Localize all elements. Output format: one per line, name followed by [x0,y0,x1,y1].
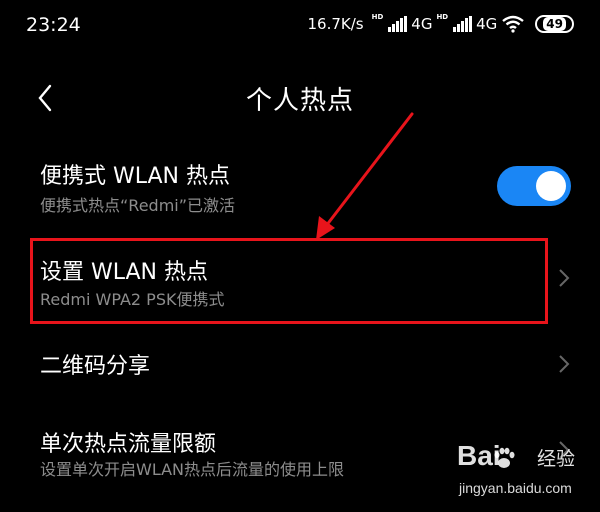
qr-share-title: 二维码分享 [40,354,151,379]
net-speed: 16.7K/s [307,15,364,33]
battery-icon: 49 [535,15,574,33]
hotspot-toggle[interactable] [497,166,571,206]
status-bar: 23:24 16.7K/s HD 4G HD 4G 49 [0,0,600,52]
watermark-product: 经验 [537,448,576,470]
status-time: 23:24 [26,14,81,36]
portable-hotspot-title: 便携式 WLAN 热点 [40,164,231,189]
page-header: 个人热点 [0,70,600,124]
highlight-box [30,238,548,324]
wifi-icon [502,15,525,33]
data-limit-title: 单次热点流量限额 [40,432,217,457]
network-type: 4G [411,15,433,33]
signal-icon-2 [453,16,473,32]
chevron-right-icon [559,269,570,287]
baidu-watermark: Bai 经验 jingyan.baidu.com [445,438,595,508]
paw-icon [494,447,515,468]
battery-level: 49 [543,17,566,31]
chevron-right-icon [559,355,570,373]
signal-icon [388,16,408,32]
watermark-url: jingyan.baidu.com [459,480,572,496]
toggle-knob [536,171,566,201]
hd-label-2: HD [436,13,449,21]
qr-share-row[interactable]: 二维码分享 [0,338,600,394]
hd-label: HD [371,13,384,21]
portable-hotspot-subtitle: 便携式热点“Redmi”已激活 [40,196,236,215]
network-type-2: 4G [476,15,498,33]
page-title: 个人热点 [245,86,354,116]
status-indicators: 16.7K/s HD 4G HD 4G 49 [307,13,574,33]
data-limit-subtitle: 设置单次开启WLAN热点后流量的使用上限 [40,460,345,479]
